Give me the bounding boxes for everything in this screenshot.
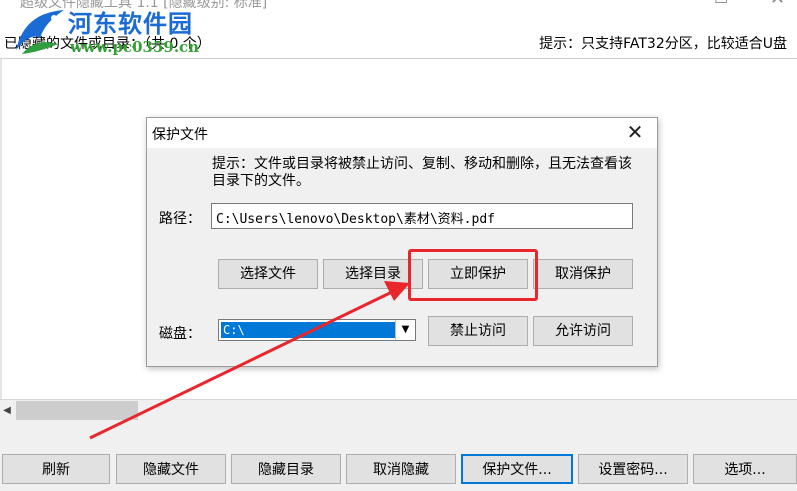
- select-file-button[interactable]: 选择文件: [218, 259, 318, 289]
- set-password-button[interactable]: 设置密码...: [578, 454, 688, 484]
- path-field[interactable]: C:\Users\lenovo\Desktop\素材\资料.pdf: [211, 203, 633, 229]
- deny-access-button[interactable]: 禁止访问: [428, 316, 528, 346]
- watermark-logo-icon: [16, 10, 64, 54]
- fat32-hint: 提示：只支持FAT32分区，比较适合U盘: [539, 36, 787, 52]
- horizontal-scrollbar[interactable]: ◀: [0, 399, 797, 423]
- scrollbar-thumb[interactable]: [16, 401, 138, 420]
- dialog-titlebar: 保护文件 ✕: [147, 118, 657, 148]
- allow-access-button[interactable]: 允许访问: [533, 316, 633, 346]
- app-root: 超级文件隐藏工具 1.1 [隐藏级别: 标准] — ☐ ✕ 已隐藏的文件或目录：…: [0, 0, 797, 491]
- list-left-border: [0, 59, 2, 399]
- dialog-close-icon[interactable]: ✕: [613, 118, 657, 148]
- path-label: 路径：: [159, 211, 201, 227]
- chevron-down-icon[interactable]: ▼: [395, 320, 415, 340]
- protect-file-button[interactable]: 保护文件...: [461, 454, 573, 484]
- disk-selected-value: C:\: [221, 322, 395, 338]
- cancel-protect-button[interactable]: 取消保护: [533, 259, 633, 289]
- bottom-button-bar: 刷新 隐藏文件 隐藏目录 取消隐藏 保护文件... 设置密码... 选项...: [0, 422, 797, 491]
- close-icon[interactable]: ✕: [770, 0, 785, 9]
- dialog-hint: 提示：文件或目录将被禁止访问、复制、移动和删除，且无法查看该目录下的文件。: [212, 156, 632, 189]
- hide-dir-button[interactable]: 隐藏目录: [231, 454, 341, 484]
- disk-select[interactable]: C:\ ▼: [218, 319, 416, 341]
- hide-file-button[interactable]: 隐藏文件: [116, 454, 226, 484]
- maximize-icon[interactable]: ☐: [714, 0, 728, 7]
- minimize-icon[interactable]: —: [655, 0, 671, 7]
- watermark-url: www.pc0359.cn: [70, 38, 200, 56]
- watermark-title: 河东软件园: [68, 9, 193, 38]
- disk-label: 磁盘：: [159, 326, 201, 342]
- annotation-highlight-box: [408, 249, 538, 301]
- protect-file-dialog: 保护文件 ✕ 提示：文件或目录将被禁止访问、复制、移动和删除，且无法查看该目录下…: [146, 117, 658, 367]
- watermark: 河东软件园 www.pc0359.cn: [8, 0, 208, 66]
- options-button[interactable]: 选项...: [693, 454, 797, 484]
- refresh-button[interactable]: 刷新: [2, 454, 110, 484]
- scroll-left-arrow-icon[interactable]: ◀: [0, 403, 14, 419]
- unhide-button[interactable]: 取消隐藏: [346, 454, 456, 484]
- dialog-title: 保护文件: [152, 127, 208, 143]
